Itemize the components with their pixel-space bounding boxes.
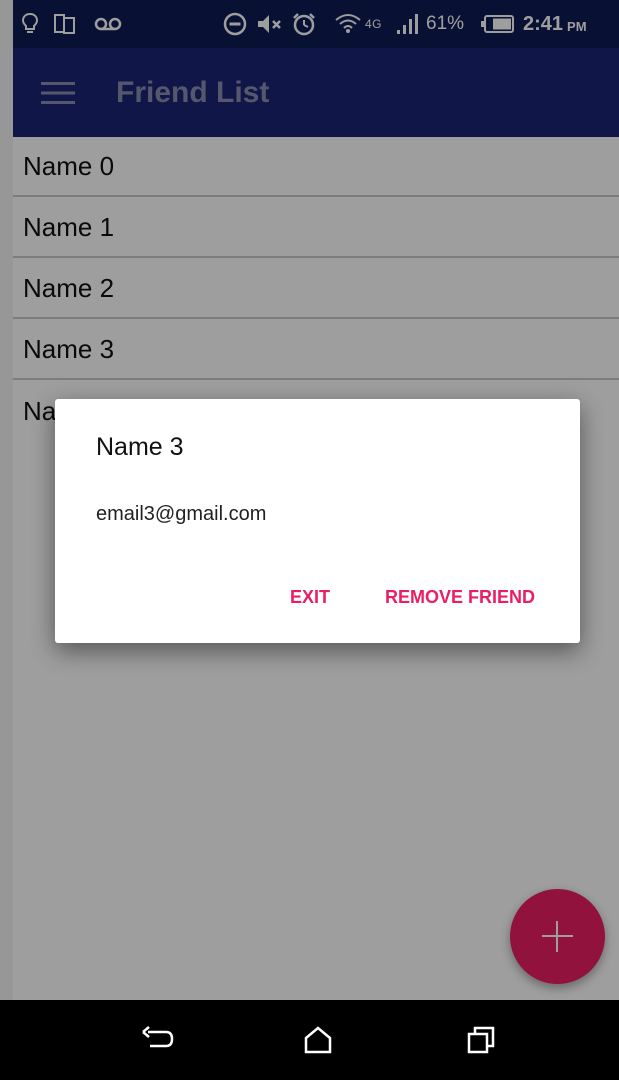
dialog-title: Name 3: [96, 433, 184, 461]
back-icon[interactable]: [137, 1020, 177, 1060]
navigation-bar: [0, 1000, 619, 1080]
friend-dialog: Name 3 email3@gmail.com EXIT REMOVE FRIE…: [55, 399, 580, 643]
home-icon[interactable]: [298, 1020, 338, 1060]
remove-friend-button[interactable]: REMOVE FRIEND: [379, 577, 541, 617]
recents-icon[interactable]: [461, 1020, 501, 1060]
dialog-email: email3@gmail.com: [96, 503, 267, 525]
exit-button[interactable]: EXIT: [284, 577, 336, 617]
phone-screen: 4G 61% 2:41 PM Friend List Name 0 Name 1…: [0, 0, 619, 1080]
